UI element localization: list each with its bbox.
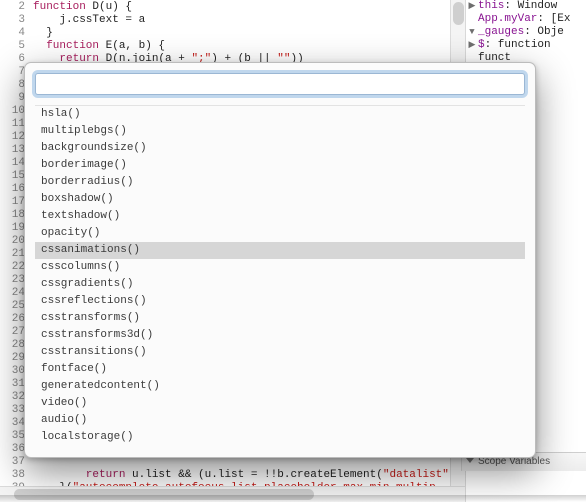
scrollbar-thumb[interactable] [453,2,464,25]
code-line[interactable]: return u.list && (u.list = !!b.createEle… [33,469,466,482]
scope-row[interactable]: ▶$: function [466,39,586,52]
chevron-right-icon[interactable]: ▶ [468,39,476,52]
command-palette-item[interactable]: video() [35,395,525,412]
command-palette-item[interactable]: cssgradients() [35,276,525,293]
command-palette-item[interactable]: fontface() [35,361,525,378]
chevron-down-icon[interactable]: ▼ [468,26,476,39]
code-line[interactable]: } [33,27,466,40]
command-palette-list[interactable]: hsla()multiplebgs()backgroundsize()borde… [35,105,525,447]
command-palette-item[interactable]: borderimage() [35,157,525,174]
code-line[interactable]: function E(a, b) { [33,40,466,53]
command-palette-item[interactable]: cssreflections() [35,293,525,310]
command-palette-item[interactable]: audio() [35,412,525,429]
line-number: 4 [0,27,33,40]
line-number: 38 [0,469,33,482]
command-palette-item[interactable]: borderradius() [35,174,525,191]
command-palette-item[interactable]: csscolumns() [35,259,525,276]
command-palette-item[interactable]: generatedcontent() [35,378,525,395]
scope-key: $ [478,39,485,51]
command-palette-item[interactable]: opacity() [35,225,525,242]
line-number: 5 [0,40,33,53]
command-palette-item[interactable]: csstransforms3d() [35,327,525,344]
command-palette-item[interactable]: textshadow() [35,208,525,225]
line-number: 3 [0,14,33,27]
chevron-right-icon[interactable]: ▶ [468,0,476,13]
scope-row[interactable]: App.myVar: [Ex [466,13,586,26]
command-palette-item[interactable]: csstransforms() [35,310,525,327]
command-palette: hsla()multiplebgs()backgroundsize()borde… [24,62,536,458]
scope-value: : Obje [524,26,564,38]
command-palette-item[interactable]: multiplebgs() [35,123,525,140]
scope-value: : Window [504,0,557,12]
line-number: 2 [0,1,33,14]
command-palette-item[interactable]: hsla() [35,106,525,123]
command-palette-item[interactable]: boxshadow() [35,191,525,208]
chevron-down-icon [466,458,474,463]
scope-key: this [478,0,504,12]
scope-row[interactable]: ▼_gauges: Obje [466,26,586,39]
command-palette-item[interactable]: csstransitions() [35,344,525,361]
command-palette-item[interactable]: sessionstorage() [35,446,525,447]
bottom-shadow [0,495,586,502]
scope-row[interactable]: ▶this: Window [466,0,586,13]
command-palette-item[interactable]: localstorage() [35,429,525,446]
code-line[interactable]: function D(u) { [33,1,466,14]
line-number: 37 [0,456,33,469]
scope-key: App.myVar [478,13,537,25]
scope-key: _gauges [478,26,524,38]
command-palette-input[interactable] [35,73,525,95]
code-line[interactable]: j.cssText = a [33,14,466,27]
scope-value: : [Ex [537,13,570,25]
command-palette-item[interactable]: backgroundsize() [35,140,525,157]
command-palette-item[interactable]: cssanimations() [35,242,525,259]
scope-value: : function [485,39,551,51]
